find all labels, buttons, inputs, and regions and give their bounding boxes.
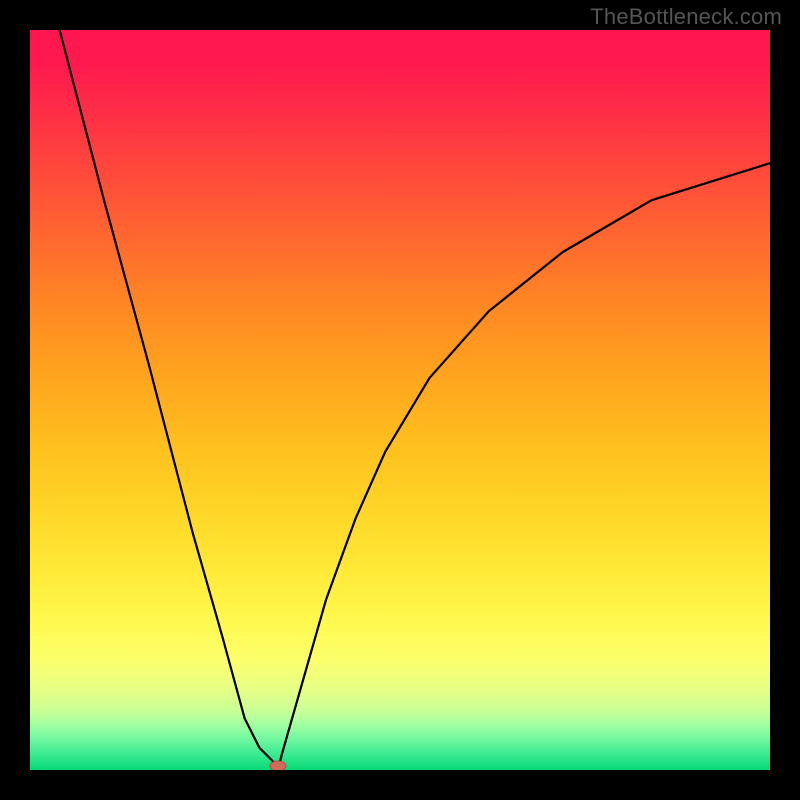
watermark-text: TheBottleneck.com xyxy=(590,4,782,30)
curve-svg xyxy=(30,30,770,770)
curve-right-branch xyxy=(278,163,770,770)
minimum-marker-icon xyxy=(270,761,286,770)
plot-area xyxy=(30,30,770,770)
curve-left-branch xyxy=(60,30,278,770)
chart-frame: TheBottleneck.com xyxy=(0,0,800,800)
